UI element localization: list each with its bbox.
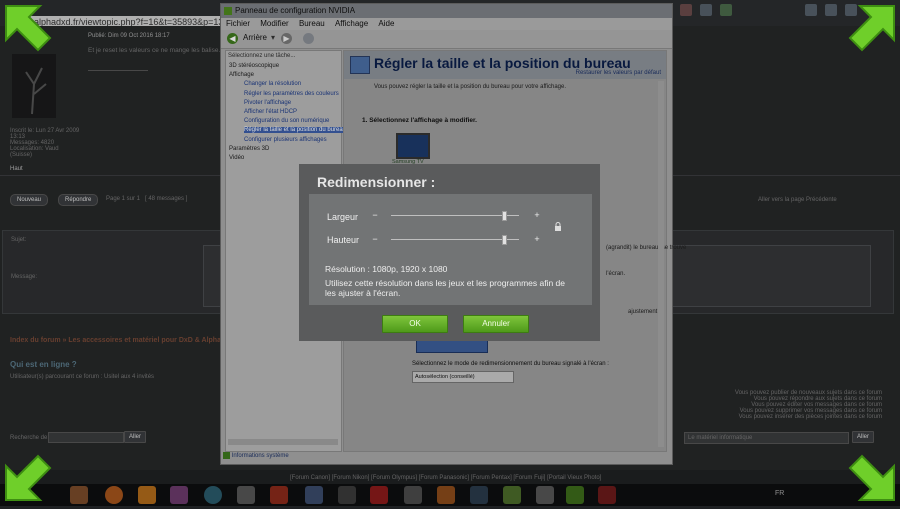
height-label: Hauteur	[327, 235, 360, 245]
height-increase-button[interactable]: +	[533, 235, 541, 244]
width-increase-button[interactable]: +	[533, 211, 541, 220]
corner-arrow-icon	[844, 0, 900, 56]
width-decrease-button[interactable]: −	[371, 211, 379, 220]
height-slider-track[interactable]	[391, 239, 519, 240]
resize-dialog: Redimensionner : Largeur − + Hauteur − +…	[299, 164, 600, 341]
width-slider-thumb[interactable]	[502, 211, 508, 221]
resolution-text: Résolution : 1080p, 1920 x 1080	[325, 264, 448, 274]
width-slider-track[interactable]	[391, 215, 519, 216]
height-slider-thumb[interactable]	[502, 235, 508, 245]
dialog-title: Redimensionner :	[317, 174, 436, 190]
ok-button[interactable]: OK	[382, 315, 448, 333]
width-label: Largeur	[327, 212, 359, 222]
cancel-button[interactable]: Annuler	[463, 315, 529, 333]
corner-arrow-icon	[844, 450, 900, 506]
corner-arrow-icon	[0, 450, 56, 506]
height-decrease-button[interactable]: −	[371, 235, 379, 244]
resolution-note: Utilisez cette résolution dans les jeux …	[325, 278, 566, 298]
dialog-panel: Largeur − + Hauteur − + Résolution : 108…	[309, 194, 592, 305]
corner-arrow-icon	[0, 0, 56, 56]
lock-icon[interactable]	[554, 222, 562, 231]
